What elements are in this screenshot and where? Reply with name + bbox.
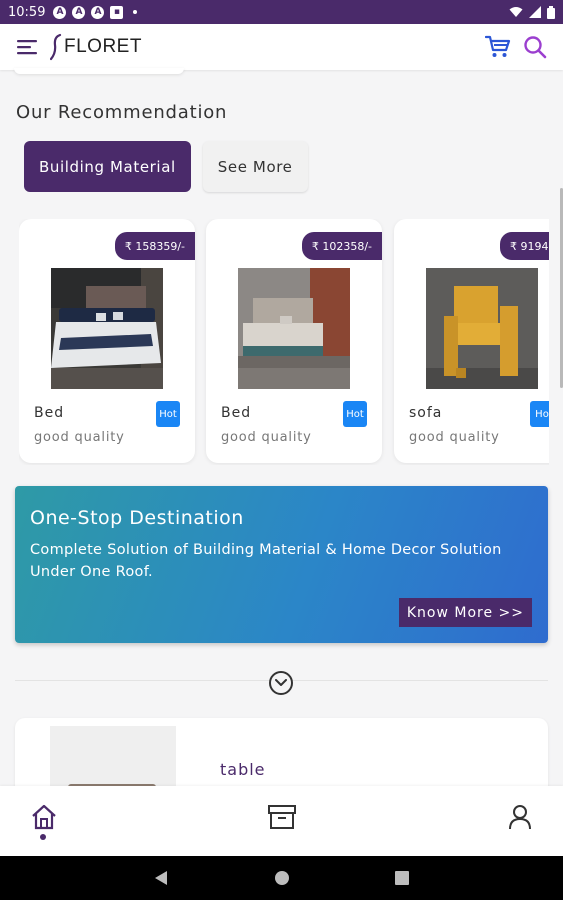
home-button-icon[interactable] bbox=[274, 870, 290, 886]
category-chips: Building Material See More bbox=[24, 141, 308, 192]
product-image bbox=[426, 268, 538, 389]
price-tag: ₹ 102358/- bbox=[301, 232, 382, 260]
chevron-down-icon[interactable] bbox=[269, 671, 293, 695]
price-tag: ₹ 158359/- bbox=[114, 232, 195, 260]
chip-see-more[interactable]: See More bbox=[202, 141, 308, 192]
floret-logo[interactable]: FLORET bbox=[50, 33, 142, 61]
one-stop-banner: One-Stop Destination Complete Solution o… bbox=[15, 486, 548, 643]
app-bar: FLORET bbox=[0, 24, 563, 70]
banner-title: One-Stop Destination bbox=[30, 507, 244, 529]
product-description: good quality bbox=[221, 430, 312, 445]
a-icon: A bbox=[91, 5, 105, 19]
calendar-icon: ▪ bbox=[110, 5, 124, 19]
hot-badge: Ho bbox=[530, 401, 549, 427]
system-navigation-bar bbox=[0, 856, 563, 900]
cart-icon[interactable] bbox=[485, 35, 511, 59]
status-time: 10:59 bbox=[8, 4, 46, 20]
list-item-title: table bbox=[220, 760, 266, 779]
product-name: Bed bbox=[221, 405, 252, 421]
wifi-icon bbox=[509, 7, 523, 17]
a-icon: A bbox=[53, 5, 67, 19]
logo-text: FLORET bbox=[64, 36, 142, 57]
banner-text: Complete Solution of Building Material &… bbox=[30, 542, 502, 580]
product-description: good quality bbox=[409, 430, 500, 445]
price-tag: ₹ 9194 bbox=[500, 232, 549, 260]
product-card[interactable]: ₹ 9194 sofa Ho good quality bbox=[394, 219, 549, 463]
hot-badge: Hot bbox=[343, 401, 367, 427]
product-card[interactable]: ₹ 102358/- Bed Hot good quality bbox=[206, 219, 382, 463]
product-name: Bed bbox=[34, 405, 65, 421]
a-icon: A bbox=[72, 5, 86, 19]
active-indicator bbox=[40, 834, 46, 840]
home-icon[interactable] bbox=[29, 802, 59, 832]
chip-building-material[interactable]: Building Material bbox=[24, 141, 191, 192]
search-icon[interactable] bbox=[523, 35, 547, 59]
product-card[interactable]: ₹ 158359/- Bed Hot good quality bbox=[19, 219, 195, 463]
section-title: Our Recommendation bbox=[16, 102, 228, 123]
signal-icon bbox=[529, 6, 541, 18]
archive-icon[interactable] bbox=[267, 802, 297, 832]
product-name: sofa bbox=[409, 405, 443, 421]
recents-icon[interactable] bbox=[394, 870, 410, 886]
product-carousel[interactable]: ₹ 158359/- Bed Hot good quality ₹ 102358… bbox=[19, 219, 549, 465]
bottom-navigation bbox=[0, 786, 563, 856]
product-image bbox=[238, 268, 350, 389]
profile-icon[interactable] bbox=[505, 802, 535, 832]
partial-card bbox=[14, 68, 184, 74]
know-more-button[interactable]: Know More >> bbox=[398, 598, 532, 627]
back-icon[interactable] bbox=[153, 870, 169, 886]
hot-badge: Hot bbox=[156, 401, 180, 427]
hamburger-menu-icon[interactable] bbox=[14, 33, 42, 61]
battery-icon bbox=[547, 5, 555, 19]
status-bar: 10:59 A A A ▪ bbox=[0, 0, 563, 24]
product-description: good quality bbox=[34, 430, 125, 445]
floret-logo-mark-icon bbox=[50, 33, 62, 61]
product-image bbox=[51, 268, 163, 389]
notification-dot-icon bbox=[133, 10, 138, 14]
